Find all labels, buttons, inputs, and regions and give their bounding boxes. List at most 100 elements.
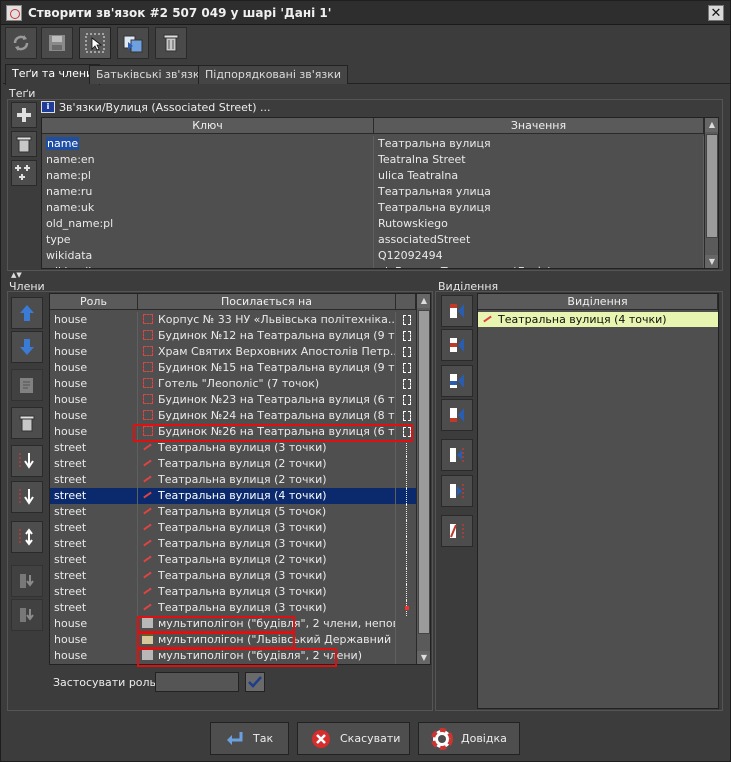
tags-scrollbar[interactable]: ▲ ▼ [704,118,718,268]
member-refers-cell[interactable]: Готель "Леополіс" (7 точок) [138,376,396,392]
add-selected-first-button[interactable] [441,295,473,327]
tag-row[interactable]: name Театральна вулиця [42,136,704,152]
tag-value-cell[interactable]: Театральна вулиця [374,200,704,216]
role-column-header[interactable]: Роль [50,294,138,310]
member-role-cell[interactable]: street [50,584,138,600]
apply-role-input[interactable] [155,672,239,692]
move-down-button[interactable] [11,331,43,363]
tag-value-cell[interactable]: uk:Вулиця Театральна (Львів) [374,264,704,268]
member-refers-cell[interactable]: Будинок №15 на Театральна вулиця (9 точо… [138,360,396,376]
selection-row[interactable]: Театральна вулиця (4 точки) [478,312,718,327]
tag-key-cell[interactable]: old_name:pl [42,216,374,232]
tag-key-cell[interactable]: name:pl [42,168,374,184]
tag-key-cell[interactable]: name [42,136,374,152]
key-column-header[interactable]: Ключ [42,118,374,134]
tag-key-cell[interactable]: wikipedia [42,264,374,268]
scroll-down-arrow[interactable]: ▼ [417,651,430,664]
member-row[interactable]: street Театральна вулиця (2 точки) [50,456,416,472]
tag-key-cell[interactable]: name:en [42,152,374,168]
refresh-button[interactable] [5,27,37,59]
tag-value-cell[interactable]: Teatralna Street [374,152,704,168]
tag-key-cell[interactable]: name:ru [42,184,374,200]
member-role-cell[interactable]: street [50,488,138,504]
edit-member-button[interactable] [11,369,43,401]
member-role-cell[interactable]: street [50,600,138,616]
scroll-up-arrow[interactable]: ▲ [417,294,430,308]
tab-child-relations[interactable]: Підпорядковані зв'язки [198,65,349,84]
member-row[interactable]: house Будинок №23 на Театральна вулиця (6… [50,392,416,408]
select-members-selected-button[interactable] [441,475,473,507]
member-role-cell[interactable]: street [50,536,138,552]
tag-row[interactable]: wikipedia uk:Вулиця Театральна (Львів) [42,264,704,268]
member-role-cell[interactable]: street [50,520,138,536]
tag-row[interactable]: wikidata Q12092494 [42,248,704,264]
delete-relation-button[interactable] [155,27,187,59]
tag-row[interactable]: type associatedStreet [42,232,704,248]
tags-scroll-thumb[interactable] [706,134,718,238]
member-row[interactable]: house Готель "Леополіс" (7 точок) [50,376,416,392]
value-column-header[interactable]: Значення [374,118,704,134]
close-button[interactable]: ✕ [708,5,724,21]
save-button[interactable] [41,27,73,59]
member-refers-cell[interactable]: Театральна вулиця (3 точки) [138,536,396,552]
tag-row[interactable]: old_name:pl Rutowskiego [42,216,704,232]
download-incomplete-button[interactable] [11,599,43,631]
member-refers-cell[interactable]: Храм Святих Верховних Апостолів Петр... [138,344,396,360]
member-role-cell[interactable]: house [50,376,138,392]
member-refers-cell[interactable]: Театральна вулиця (2 точки) [138,552,396,568]
member-row[interactable]: street Театральна вулиця (3 точки) [50,600,416,616]
select-members-button[interactable] [79,27,111,59]
add-selected-after-button[interactable] [441,365,473,397]
member-row[interactable]: house Корпус № 33 НУ «Львівська політехні… [50,312,416,328]
delete-member-button[interactable] [11,407,43,439]
download-members-button[interactable] [11,565,43,597]
member-refers-cell[interactable]: Театральна вулиця (3 точки) [138,584,396,600]
member-role-cell[interactable]: street [50,552,138,568]
tag-value-cell[interactable]: Rutowskiego [374,216,704,232]
member-role-cell[interactable]: house [50,616,138,632]
help-button[interactable]: Довідка [418,722,520,755]
sort-selection-button[interactable] [441,515,473,547]
scroll-up-arrow[interactable]: ▲ [705,118,718,132]
remove-selected-button[interactable] [441,439,473,471]
tag-value-cell[interactable]: associatedStreet [374,232,704,248]
member-row[interactable]: street Театральна вулиця (3 точки) [50,440,416,456]
member-role-cell[interactable]: house [50,360,138,376]
member-refers-cell[interactable]: Театральна вулиця (3 точки) [138,568,396,584]
members-scroll-thumb[interactable] [418,310,430,634]
ok-button[interactable]: Так [210,722,289,755]
member-role-cell[interactable]: house [50,344,138,360]
member-row[interactable]: street Театральна вулиця (3 точки) [50,520,416,536]
tag-row[interactable]: name:ru Театральная улица [42,184,704,200]
member-refers-cell[interactable]: Будинок №23 на Театральна вулиця (6 точо… [138,392,396,408]
member-role-cell[interactable]: street [50,504,138,520]
scroll-down-arrow[interactable]: ▼ [705,255,718,268]
member-role-cell[interactable]: street [50,568,138,584]
member-refers-cell[interactable]: Театральна вулиця (3 точки) [138,600,396,616]
member-role-cell[interactable]: house [50,424,138,440]
delete-tag-button[interactable] [11,131,37,157]
tag-row[interactable]: name:en Teatralna Street [42,152,704,168]
members-scrollbar[interactable]: ▲ ▼ [416,294,430,664]
member-refers-cell[interactable]: Корпус № 33 НУ «Львівська політехніка... [138,312,396,328]
tag-key-cell[interactable]: wikidata [42,248,374,264]
member-role-cell[interactable]: street [50,456,138,472]
member-row[interactable]: street Театральна вулиця (5 точок) [50,504,416,520]
member-refers-cell[interactable]: Театральна вулиця (5 точок) [138,504,396,520]
refers-column-header[interactable]: Посилається на [138,294,396,310]
member-row[interactable]: house Будинок №15 на Театральна вулиця (9… [50,360,416,376]
splitter-handle[interactable]: ▲▼ [11,271,22,279]
cancel-button[interactable]: Скасувати [297,722,410,755]
move-up-button[interactable] [11,297,43,329]
member-role-cell[interactable]: house [50,648,138,664]
member-role-cell[interactable]: street [50,472,138,488]
tab-parent-relations[interactable]: Батьківські зв'язки [89,65,214,84]
member-row[interactable]: street Театральна вулиця (2 точки) [50,472,416,488]
member-refers-cell[interactable]: Театральна вулиця (3 точки) [138,440,396,456]
sort-members-button[interactable] [11,445,43,477]
member-refers-cell[interactable]: Будинок №12 на Театральна вулиця (9 точо… [138,328,396,344]
member-row[interactable]: house Храм Святих Верховних Апостолів Пет… [50,344,416,360]
preset-link[interactable]: Зв'язки/Вулиця (Associated Street) ... [59,101,270,114]
member-refers-cell[interactable]: Театральна вулиця (3 точки) [138,520,396,536]
add-tag-button[interactable] [11,102,37,128]
